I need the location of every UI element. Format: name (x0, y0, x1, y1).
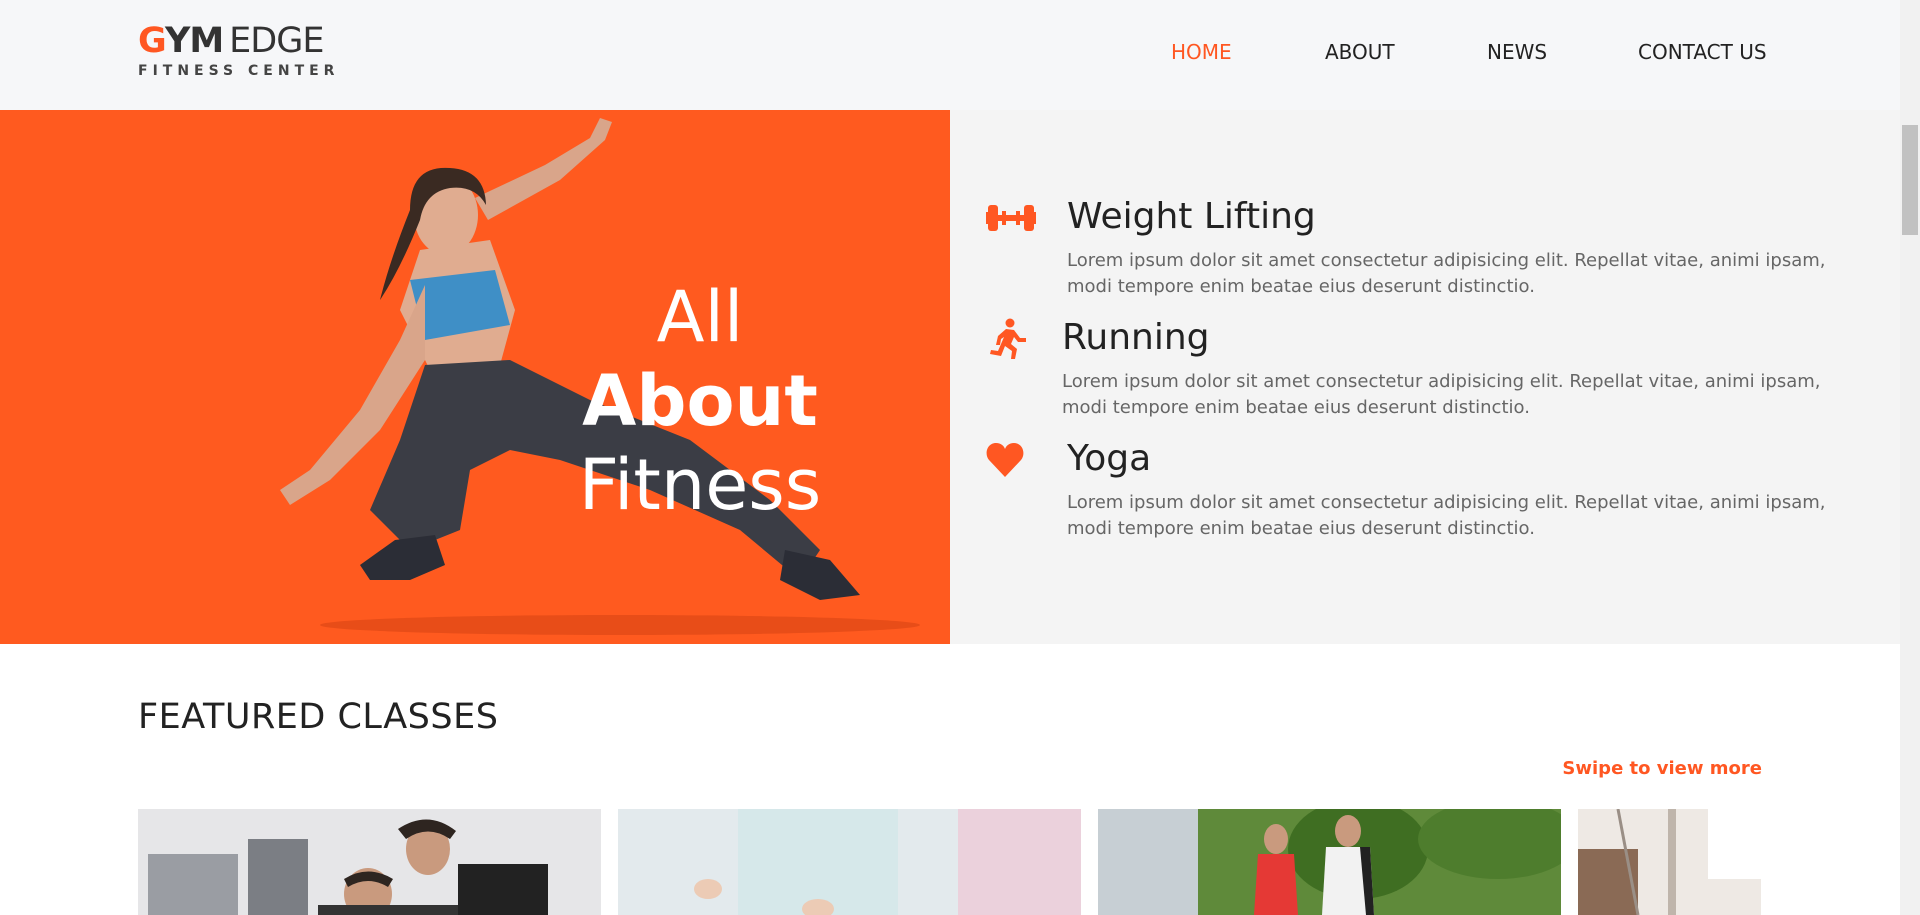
nav-news[interactable]: NEWS (1487, 38, 1547, 66)
feature-text: Lorem ipsum dolor sit amet consectetur a… (1062, 371, 1821, 418)
class-card-yoga[interactable] (618, 809, 1081, 915)
hero-title-fitness: Fitness (578, 444, 822, 526)
class-card-image (1578, 809, 1761, 915)
features-panel: Weight Lifting Lorem ipsum dolor sit ame… (950, 110, 1900, 644)
dumbbell-icon (986, 197, 1036, 239)
hero-title-about: About (582, 360, 818, 442)
hero-title: All About Fitness (540, 275, 860, 527)
class-card-weights[interactable] (138, 809, 601, 915)
class-card-image (618, 809, 1081, 915)
main-nav: HOME ABOUT NEWS CONTACT US (0, 38, 1900, 68)
feature-text: Lorem ipsum dolor sit amet consectetur a… (1067, 250, 1826, 297)
page-scrollbar[interactable] (1900, 0, 1920, 915)
swipe-hint[interactable]: Swipe to view more (1562, 757, 1762, 781)
running-icon (986, 318, 1036, 360)
heart-icon (986, 439, 1036, 481)
feature-text: Lorem ipsum dolor sit amet consectetur a… (1067, 492, 1826, 539)
class-card-running[interactable] (1098, 809, 1561, 915)
site-header: GYM EDGE FITNESS CENTER HOME ABOUT NEWS C… (0, 0, 1900, 110)
section-title: FEATURED CLASSES (138, 697, 499, 737)
class-card-image (138, 809, 601, 915)
feature-title: Yoga (1067, 438, 1152, 479)
nav-home[interactable]: HOME (1171, 38, 1232, 66)
feature-title: Running (1062, 317, 1210, 358)
hero-banner: All About Fitness (0, 110, 950, 644)
class-card-gym[interactable] (1578, 809, 1761, 915)
feature-title: Weight Lifting (1067, 196, 1316, 237)
nav-contact-us[interactable]: CONTACT US (1638, 38, 1767, 66)
class-card-image (1098, 809, 1561, 915)
hero-title-all: All (656, 276, 744, 358)
nav-about[interactable]: ABOUT (1325, 38, 1395, 66)
scrollbar-thumb[interactable] (1902, 125, 1918, 235)
